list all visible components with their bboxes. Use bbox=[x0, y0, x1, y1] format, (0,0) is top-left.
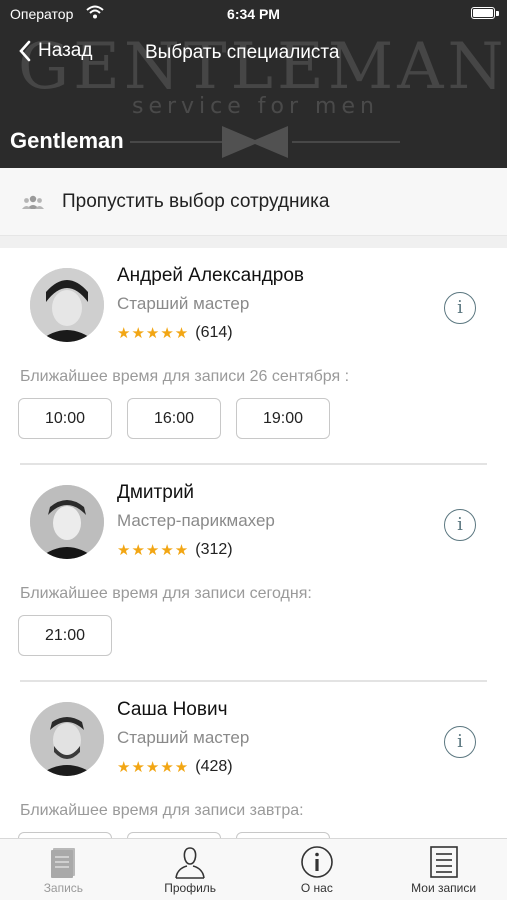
status-bar: Оператор 6:34 PM bbox=[0, 0, 507, 28]
slots-label: Ближайшее время для записи сегодня: bbox=[20, 585, 312, 602]
header: GENTLEMAN service for men Оператор 6:34 … bbox=[0, 0, 507, 168]
page-title: Выбрать специалиста bbox=[145, 42, 340, 63]
time-slot-button[interactable]: 10:00 bbox=[18, 398, 112, 439]
tab-label: Профиль bbox=[164, 881, 217, 895]
profile-icon bbox=[175, 847, 205, 879]
info-icon[interactable]: i bbox=[444, 726, 476, 758]
rating: ★★★★★ (312) bbox=[117, 541, 233, 559]
rating: ★★★★★ (614) bbox=[117, 324, 233, 342]
back-button[interactable]: Назад bbox=[18, 40, 92, 62]
tab-label: О нас bbox=[300, 881, 333, 895]
tab-profile[interactable]: Профиль bbox=[127, 839, 254, 900]
time-slots: 10:00 16:00 19:00 bbox=[18, 398, 330, 439]
tab-my-bookings[interactable]: Мои записи bbox=[380, 839, 507, 900]
specialist-name: Дмитрий bbox=[117, 482, 195, 503]
battery-icon bbox=[471, 7, 495, 19]
banner-tagline-watermark: service for men bbox=[132, 94, 379, 119]
tab-booking[interactable]: Запись bbox=[0, 839, 127, 900]
star-rating-icon: ★★★★★ bbox=[117, 542, 190, 559]
star-rating-icon: ★★★★★ bbox=[117, 325, 190, 342]
skip-specialist-button[interactable]: Пропустить выбор сотрудника bbox=[0, 168, 507, 236]
tab-bar: Запись Профиль О нас Мои записи bbox=[0, 838, 507, 900]
time-slots: 21:00 bbox=[18, 615, 112, 656]
rating-count: (428) bbox=[195, 758, 233, 775]
battery-nub bbox=[496, 11, 499, 16]
booking-icon bbox=[51, 848, 76, 878]
chevron-left-icon bbox=[19, 40, 31, 62]
rating: ★★★★★ (428) bbox=[117, 758, 233, 776]
specialist-card[interactable]: Дмитрий Мастер-парикмахер ★★★★★ (312) i … bbox=[0, 465, 507, 682]
app-name: Gentleman bbox=[10, 128, 124, 153]
star-rating-icon: ★★★★★ bbox=[117, 759, 190, 776]
slots-label: Ближайшее время для записи 26 сентября : bbox=[20, 368, 350, 385]
info-icon[interactable]: i bbox=[444, 509, 476, 541]
specialist-role: Старший мастер bbox=[117, 728, 250, 747]
rating-count: (614) bbox=[195, 324, 233, 341]
back-label: Назад bbox=[38, 40, 93, 61]
tab-label: Мои записи bbox=[411, 881, 477, 895]
specialist-name: Саша Нович bbox=[117, 699, 228, 720]
avatar bbox=[30, 702, 104, 776]
time-slot-button[interactable]: 16:00 bbox=[127, 398, 221, 439]
specialist-card[interactable]: Андрей Александров Старший мастер ★★★★★ … bbox=[0, 248, 507, 465]
time-slot-button[interactable]: 19:00 bbox=[236, 398, 330, 439]
rating-count: (312) bbox=[195, 541, 233, 558]
specialist-list[interactable]: Андрей Александров Старший мастер ★★★★★ … bbox=[0, 248, 507, 838]
avatar bbox=[30, 268, 104, 342]
group-icon bbox=[22, 195, 44, 209]
avatar bbox=[30, 485, 104, 559]
section-gap bbox=[0, 236, 507, 248]
tab-label: Запись bbox=[43, 881, 84, 895]
info-icon[interactable]: i bbox=[444, 292, 476, 324]
info-icon bbox=[301, 846, 333, 878]
skip-label: Пропустить выбор сотрудника bbox=[62, 190, 330, 212]
my-bookings-icon bbox=[429, 846, 458, 878]
specialist-role: Мастер-парикмахер bbox=[117, 511, 275, 530]
specialist-card[interactable]: Саша Нович Старший мастер ★★★★★ (428) i … bbox=[0, 682, 507, 838]
clock: 6:34 PM bbox=[227, 6, 280, 22]
time-slot-button[interactable]: 21:00 bbox=[18, 615, 112, 656]
specialist-name: Андрей Александров bbox=[117, 265, 305, 286]
tab-about[interactable]: О нас bbox=[254, 839, 381, 900]
specialist-role: Старший мастер bbox=[117, 294, 250, 313]
slots-label: Ближайшее время для записи завтра: bbox=[20, 802, 304, 819]
